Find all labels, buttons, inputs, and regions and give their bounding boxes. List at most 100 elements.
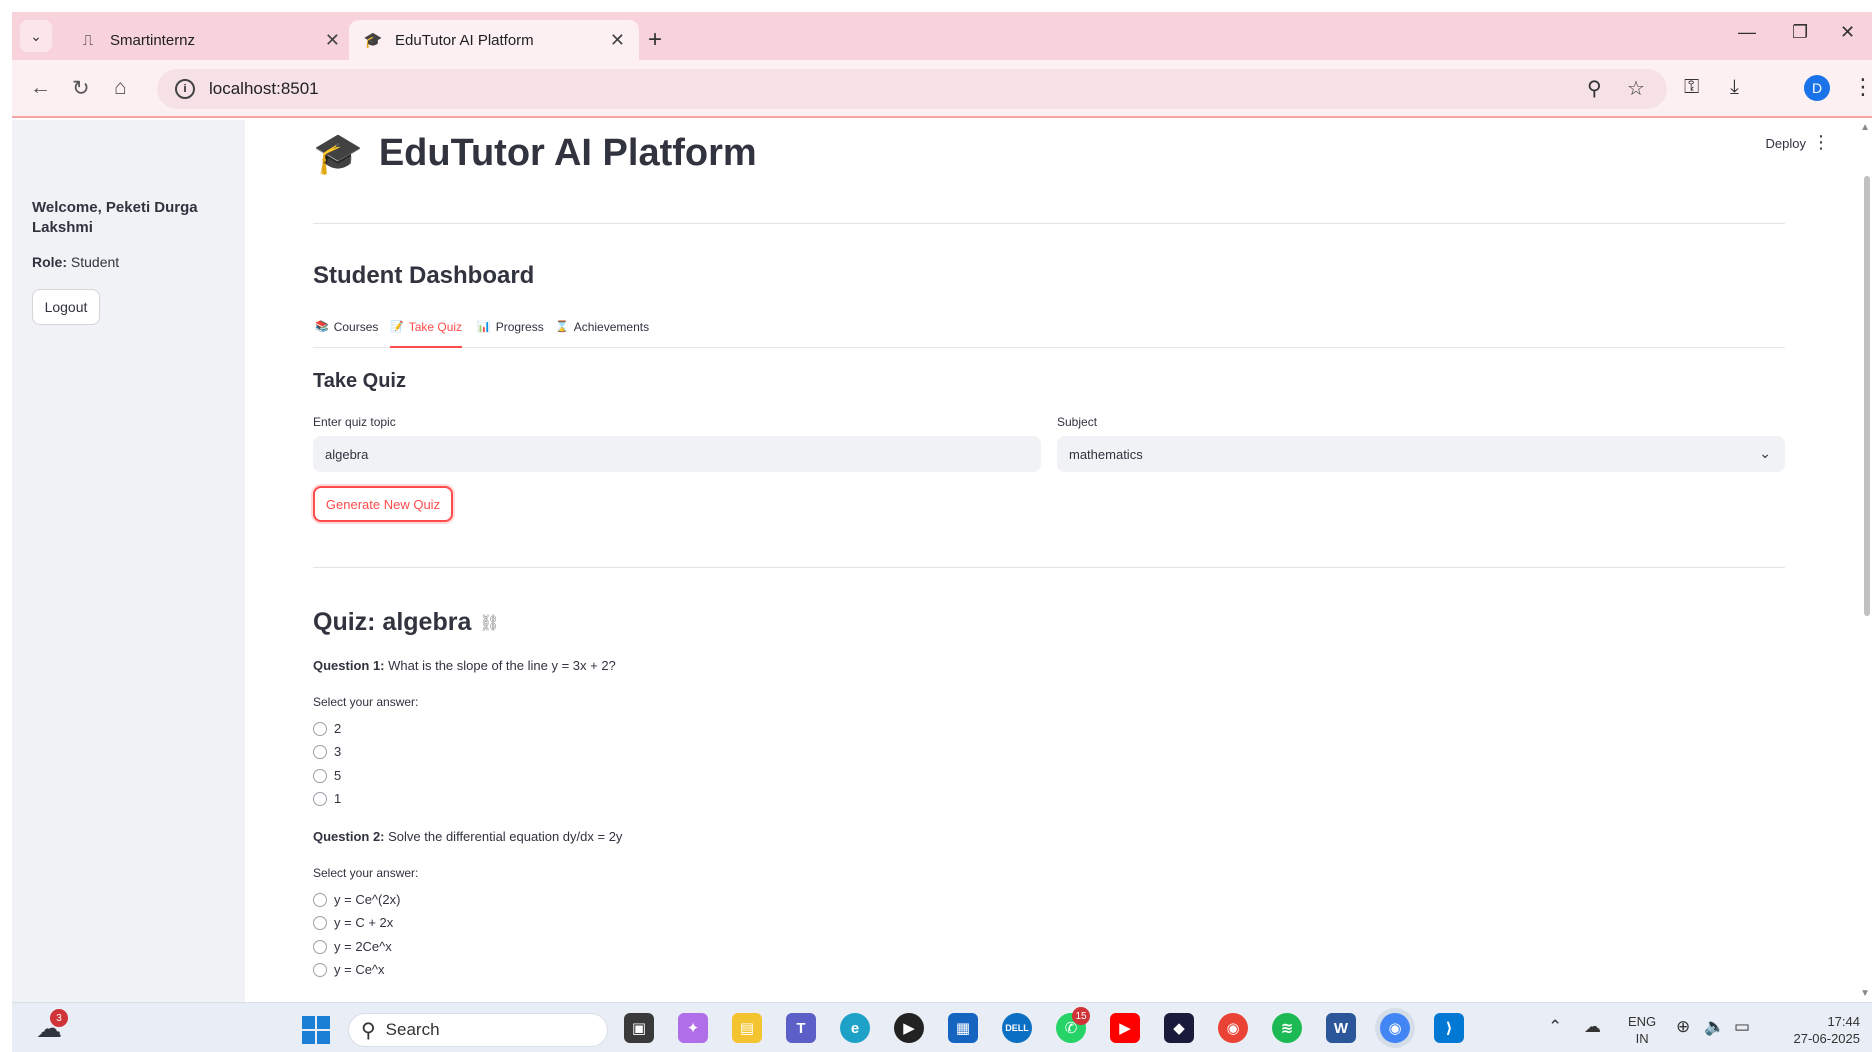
address-bar[interactable]: i localhost:8501 ⚲ ☆ [157, 69, 1667, 109]
radio-button[interactable] [313, 768, 327, 783]
new-tab-plus-icon[interactable]: + [648, 26, 662, 54]
radio-option[interactable]: y = Ce^(2x) [313, 892, 400, 907]
language-indicator[interactable]: ENG IN [1628, 1013, 1656, 1047]
tab-search-button[interactable]: ⌄ [20, 20, 52, 52]
search-icon: ⚲ [361, 1019, 376, 1042]
teams-icon[interactable]: T [786, 1013, 816, 1043]
dashboard-tabs: 📚 Courses 📝 Take Quiz 📊 Progress ⌛ Achie… [313, 316, 1785, 348]
task-view-icon[interactable]: ▣ [624, 1013, 654, 1043]
taskbar-search-box[interactable]: ⚲ Search [348, 1013, 608, 1047]
password-key-icon[interactable]: ⚿ [1684, 76, 1699, 99]
edge-icon[interactable]: e [840, 1013, 870, 1043]
clock-date: 27-06-2025 [1793, 1031, 1861, 1046]
browser-menu-icon[interactable]: ⋮ [1852, 74, 1872, 100]
main-content: Deploy ⋮ ▲ ▼ 🎓 EduTutor AI Platform Stud… [245, 120, 1872, 1002]
radio-button[interactable] [313, 791, 327, 806]
windows-start-icon[interactable] [302, 1016, 330, 1044]
browser-tab-edututor[interactable]: 🎓 EduTutor AI Platform ✕ [349, 20, 639, 60]
role-line: Role: Student [32, 254, 119, 270]
profile-avatar[interactable]: D [1804, 75, 1830, 101]
tab-title: EduTutor AI Platform [395, 31, 534, 49]
site-info-icon[interactable]: i [175, 79, 195, 99]
radio-option[interactable]: y = 2Ce^x [313, 939, 392, 954]
chrome-icon[interactable]: ◉ [1218, 1013, 1248, 1043]
chrome-active-icon[interactable]: ◉ [1380, 1013, 1410, 1043]
battery-icon[interactable]: ▭ [1734, 1017, 1750, 1037]
radio-option[interactable]: y = C + 2x [313, 915, 393, 930]
system-clock[interactable]: 17:44 27-06-2025 [1772, 1013, 1861, 1047]
tab-take-quiz[interactable]: 📝 Take Quiz [390, 316, 463, 348]
file-explorer-icon[interactable]: ▤ [732, 1013, 762, 1043]
radio-button[interactable] [313, 892, 327, 907]
radio-button[interactable] [313, 721, 327, 736]
main-menu-icon[interactable]: ⋮ [1812, 132, 1830, 153]
whatsapp-badge: 15 [1072, 1007, 1090, 1025]
tab-courses[interactable]: 📚 Courses [315, 316, 378, 348]
option-label: y = Ce^(2x) [334, 892, 401, 907]
radio-button[interactable] [313, 744, 327, 759]
microsoft-store-icon[interactable]: ▦ [948, 1013, 978, 1043]
radio-button[interactable] [313, 915, 327, 930]
question-2: Question 2: Solve the differential equat… [313, 829, 622, 844]
quiz-topic-value: algebra [325, 446, 369, 462]
bookmark-star-icon[interactable]: ☆ [1627, 76, 1645, 101]
logout-button[interactable]: Logout [32, 289, 100, 325]
word-icon[interactable]: W [1326, 1013, 1356, 1043]
onedrive-offline-icon[interactable]: ☁ [1584, 1017, 1601, 1037]
copilot-icon[interactable]: ✦ [678, 1013, 708, 1043]
scroll-down-arrow-icon[interactable]: ▼ [1860, 988, 1870, 999]
media-player-icon[interactable]: ▶ [894, 1013, 924, 1043]
show-hidden-icons-chevron-icon[interactable]: ⌃ [1548, 1017, 1562, 1037]
tab-achievements[interactable]: ⌛ Achievements [555, 316, 649, 348]
dell-icon[interactable]: DELL [1002, 1013, 1032, 1043]
tab-label: Courses [333, 320, 379, 334]
graduation-cap-icon: 🎓 [313, 132, 363, 176]
restore-icon[interactable]: ❐ [1792, 22, 1808, 43]
download-icon[interactable]: ⤓ [1730, 76, 1739, 99]
radio-button[interactable] [313, 962, 327, 977]
back-arrow-icon[interactable]: ← [30, 76, 51, 100]
radio-option[interactable]: 3 [313, 744, 341, 759]
option-label: 5 [334, 768, 342, 783]
tab-label: Achievements [573, 320, 650, 334]
dashboard-title: Student Dashboard [313, 262, 535, 289]
browser-tab-smartinternz[interactable]: ⎍ Smartinternz ✕ [64, 20, 354, 60]
tab-progress[interactable]: 📊 Progress [477, 316, 544, 348]
close-window-icon[interactable]: ✕ [1840, 22, 1855, 43]
subject-select[interactable]: mathematics ⌄ [1057, 436, 1785, 472]
volume-icon[interactable]: 🔈 [1704, 1017, 1725, 1037]
welcome-text: Welcome, Peketi Durga Lakshmi [32, 199, 198, 236]
spotify-icon[interactable]: ≋ [1272, 1013, 1302, 1043]
smartinternz-favicon-icon: ⎍ [82, 31, 94, 49]
question-number: Question 1: [313, 658, 385, 673]
scroll-up-arrow-icon[interactable]: ▲ [1860, 122, 1870, 133]
option-label: 3 [334, 744, 342, 759]
option-label: 1 [334, 791, 342, 806]
close-tab-icon[interactable]: ✕ [610, 30, 625, 51]
app-title-text: EduTutor AI Platform [378, 132, 757, 174]
role-label: Role: [32, 254, 67, 270]
radio-button[interactable] [313, 939, 327, 954]
vscode-icon[interactable]: ⟩ [1434, 1013, 1464, 1043]
minimize-icon[interactable]: — [1738, 22, 1756, 43]
anchor-link-icon[interactable]: ⛓ [479, 613, 499, 633]
youtube-icon[interactable]: ▶ [1110, 1013, 1140, 1043]
generate-quiz-button[interactable]: Generate New Quiz [313, 486, 453, 522]
vertical-scrollbar[interactable] [1864, 176, 1870, 616]
browser-toolbar: ← ↻ ⌂ i localhost:8501 ⚲ ☆ ⚿ ⤓ D ⋮ [12, 60, 1872, 118]
radio-option[interactable]: 2 [313, 721, 341, 736]
question-text: What is the slope of the line y = 3x + 2… [388, 658, 616, 673]
radio-option[interactable]: 1 [313, 791, 341, 806]
game-app-icon[interactable]: ◆ [1164, 1013, 1194, 1043]
home-icon[interactable]: ⌂ [114, 76, 127, 100]
deploy-button[interactable]: Deploy [1766, 136, 1806, 151]
quiz-title-text: Quiz: algebra [313, 608, 472, 636]
subject-value: mathematics [1069, 446, 1143, 462]
reload-icon[interactable]: ↻ [72, 76, 90, 101]
quiz-topic-input[interactable]: algebra [313, 436, 1041, 472]
network-globe-icon[interactable]: ⊕ [1676, 1017, 1690, 1037]
radio-option[interactable]: y = Ce^x [313, 962, 385, 977]
radio-option[interactable]: 5 [313, 768, 341, 783]
close-tab-icon[interactable]: ✕ [325, 30, 340, 51]
zoom-icon[interactable]: ⚲ [1587, 76, 1602, 101]
